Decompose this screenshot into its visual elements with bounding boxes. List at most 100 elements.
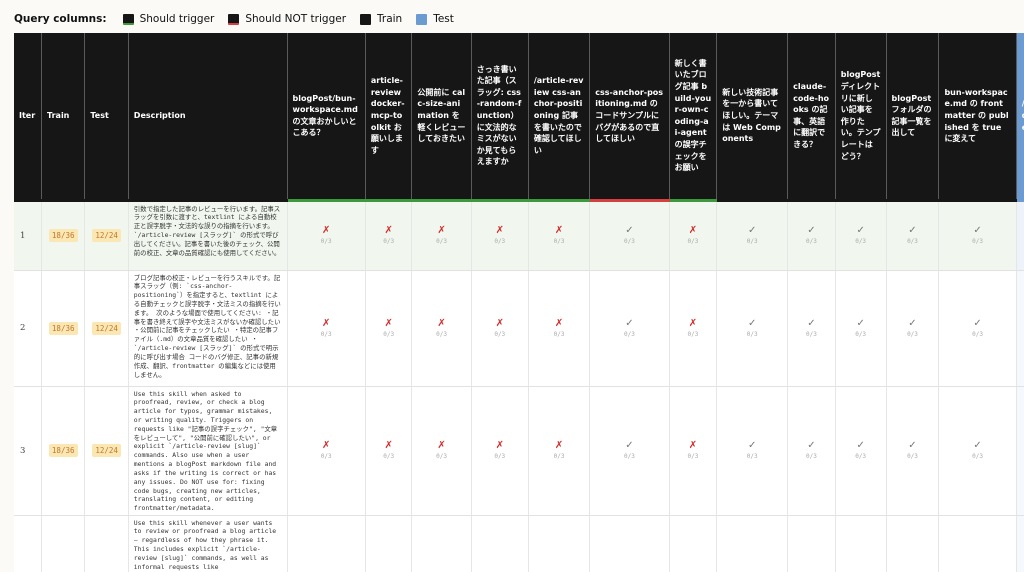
result-value: ✗0/3: [412, 440, 470, 460]
cross-icon: ✗: [322, 225, 331, 237]
result-fraction: 0/3: [320, 238, 332, 246]
result-cell: ✓ 0/3: [787, 386, 836, 516]
result-cell: ✗0/3: [1016, 200, 1024, 271]
result-fraction: 0/3: [494, 330, 506, 338]
table-row[interactable]: 3 18/36 12/24 Use this skill when asked to …: [14, 386, 1024, 516]
table-row[interactable]: Use this skill whenever a user wants to …: [14, 515, 1024, 572]
train-score-cell: 18/36: [41, 270, 86, 387]
check-icon: ✓: [747, 317, 757, 329]
cross-icon: ✗: [1017, 318, 1024, 330]
table-row[interactable]: 1 18/36 12/24 引数で指定した記事のレビューを行います。記事スラッグを引数…: [14, 200, 1024, 271]
result-value: ✗0/3: [472, 318, 528, 338]
result-value: ✗0/3: [472, 440, 528, 460]
iter-cell: 3: [14, 386, 43, 516]
result-value: ✓ 0/3: [836, 318, 886, 338]
result-fraction: 0/3: [553, 453, 565, 461]
result-fraction: 0/3: [436, 330, 447, 338]
swatch-train: [360, 13, 372, 25]
result-value: ✓ 0/3: [939, 225, 1015, 245]
result-cell: ✗0/3: [528, 270, 591, 387]
legend-should-not-trigger: Should NOT trigger: [228, 13, 346, 25]
cross-icon: ✗: [688, 317, 698, 329]
train-score-badge: 18/36: [48, 444, 78, 457]
test-score-cell: 12/24: [84, 386, 129, 516]
result-cell: ✓ 0/3: [886, 270, 940, 387]
legend-should-not-trigger-text: Should NOT trigger: [245, 13, 347, 25]
result-value: ✓ 0/3: [590, 318, 668, 338]
result-cell: ✗0/3: [411, 386, 472, 516]
result-fraction: 0/3: [383, 453, 395, 461]
result-value: ✗0/3: [366, 440, 412, 460]
result-cell: ✗0/3: [1016, 386, 1024, 516]
result-fraction: 0/3: [806, 453, 817, 461]
result-cell: ✗0/3: [411, 270, 472, 387]
result-cell: ✓ 0/3: [886, 200, 940, 271]
check-icon: ✓: [973, 440, 982, 452]
swatch-should-trigger: [122, 13, 134, 25]
test-score-cell: 12/24: [84, 270, 129, 387]
description-text: Use this skill whenever a user wants to …: [133, 518, 277, 571]
result-fraction: 0/3: [383, 238, 395, 246]
results-table-container[interactable]: Iter Train Test Description blogPost/bun…: [14, 33, 1024, 572]
result-cell: ✓ 0/3: [787, 200, 836, 271]
result-cell: ✗0/3: [669, 386, 718, 516]
result-value: ✓ 0/3: [939, 318, 1015, 338]
cross-icon: ✗: [384, 440, 393, 452]
check-icon: ✓: [856, 440, 865, 452]
result-value: ✗0/3: [1017, 318, 1024, 338]
check-icon: ✓: [807, 440, 816, 452]
swatch-test: [416, 13, 428, 25]
query-header-3: 公開前に calc-size-animation を軽くレビューしておきたい: [411, 33, 472, 202]
result-fraction: 0/3: [972, 330, 983, 338]
result-cell: ✓ 0/3: [716, 200, 789, 271]
result-cell: ✗0/3: [669, 270, 718, 387]
result-cell: ✗0/3: [365, 270, 413, 387]
cross-icon: ✗: [688, 440, 698, 452]
result-value: ✗0/3: [670, 440, 717, 460]
result-cell: ✓ 0/3: [589, 270, 670, 387]
check-icon: ✓: [747, 225, 757, 237]
query-header-7: 新しく書いたブログ記事 build-your-own-coding-ai-age…: [669, 33, 718, 202]
result-fraction: 0/3: [494, 238, 506, 246]
check-icon: ✓: [908, 225, 917, 237]
result-value: ✓ 0/3: [717, 318, 787, 338]
result-cell: ✗0/3: [411, 200, 472, 271]
result-cell: ✓ 0/3: [835, 270, 887, 387]
cross-icon: ✗: [495, 440, 504, 452]
header-row: Iter Train Test Description blogPost/bun…: [14, 33, 1024, 202]
result-fraction: 0/3: [972, 238, 983, 246]
result-fraction: 0/3: [1017, 238, 1024, 245]
query-header-1: blogPost/bun-workspace.md の文章おかしいとこある？: [287, 33, 366, 202]
result-value: ✓ 0/3: [717, 440, 787, 460]
test-score-cell: [84, 515, 129, 572]
result-cell: [835, 515, 887, 572]
result-cell: [886, 515, 940, 572]
check-icon: ✓: [625, 317, 634, 329]
legend-test: Test: [416, 13, 454, 25]
result-value: ✓ 0/3: [717, 225, 787, 245]
result-fraction: 0/3: [687, 453, 699, 461]
result-cell: [589, 515, 670, 572]
description-text: Use this skill when asked to proofread, …: [133, 389, 278, 512]
check-icon: ✓: [973, 225, 982, 237]
result-cell: ✓ 0/3: [886, 386, 940, 516]
cross-icon: ✗: [554, 225, 564, 237]
table-row[interactable]: 2 18/36 12/24 ブログ記事の校正・レビューを行うスキルです。記事スラッグ（…: [14, 270, 1024, 387]
query-header-2: article-review docker-mcp-toolkit お願いします: [365, 33, 413, 202]
cross-icon: ✗: [322, 440, 331, 452]
result-value: ✗0/3: [288, 225, 365, 245]
result-fraction: 0/3: [623, 330, 635, 338]
result-fraction: 0/3: [746, 238, 758, 246]
result-value: ✗0/3: [670, 318, 717, 338]
query-header-12: bun-workspace.md の frontmatter の publish…: [938, 33, 1017, 202]
result-cell: ✗0/3: [287, 386, 366, 516]
cross-icon: ✗: [384, 317, 393, 329]
result-cell: ✓ 0/3: [787, 270, 836, 387]
result-cell: ✓ 0/3: [938, 270, 1017, 387]
result-fraction: 0/3: [623, 238, 635, 246]
result-value: ✓ 0/3: [788, 318, 835, 338]
header-test: Test: [84, 33, 129, 202]
swatch-should-not-trigger: [228, 13, 240, 25]
result-value: ✗0/3: [412, 225, 470, 245]
result-fraction: 0/3: [320, 330, 332, 338]
